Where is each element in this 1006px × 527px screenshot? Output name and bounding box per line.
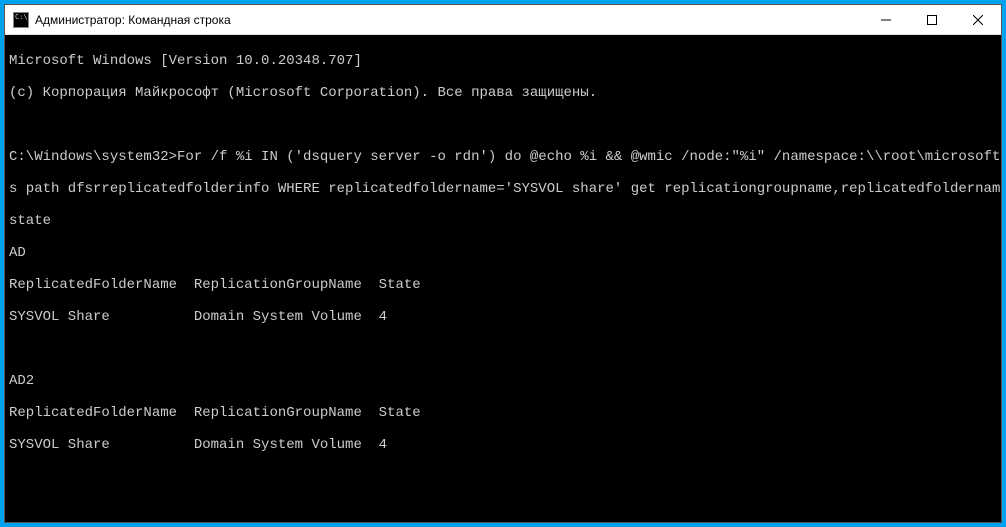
terminal-output[interactable]: Microsoft Windows [Version 10.0.20348.70… <box>5 35 1001 522</box>
window-controls <box>863 5 1001 34</box>
blank-line <box>9 117 997 133</box>
table-row: SYSVOL Share Domain System Volume 4 <box>9 437 997 453</box>
copyright-line: (c) Корпорация Майкрософт (Microsoft Cor… <box>9 85 997 101</box>
command-line-cont: s path dfsrreplicatedfolderinfo WHERE re… <box>9 181 997 197</box>
maximize-icon <box>927 15 937 25</box>
server-name: AD2 <box>9 373 997 389</box>
window-title: Администратор: Командная строка <box>35 13 863 27</box>
blank-line <box>9 469 997 485</box>
version-line: Microsoft Windows [Version 10.0.20348.70… <box>9 53 997 69</box>
close-icon <box>973 15 983 25</box>
blank-line <box>9 341 997 357</box>
cmd-icon <box>13 12 29 28</box>
prompt: C:\Windows\system32> <box>9 149 177 165</box>
blank-line <box>9 501 997 517</box>
maximize-button[interactable] <box>909 5 955 34</box>
command-line-cont: state <box>9 213 997 229</box>
command-prompt-window: Администратор: Командная строка Microsof… <box>4 4 1002 523</box>
minimize-button[interactable] <box>863 5 909 34</box>
minimize-icon <box>881 15 891 25</box>
titlebar[interactable]: Администратор: Командная строка <box>5 5 1001 35</box>
close-button[interactable] <box>955 5 1001 34</box>
table-header: ReplicatedFolderName ReplicationGroupNam… <box>9 405 997 421</box>
command-line: C:\Windows\system32>For /f %i IN ('dsque… <box>9 149 997 165</box>
server-name: AD <box>9 245 997 261</box>
command-text: For /f %i IN ('dsquery server -o rdn') d… <box>177 149 1001 165</box>
table-row: SYSVOL Share Domain System Volume 4 <box>9 309 997 325</box>
table-header: ReplicatedFolderName ReplicationGroupNam… <box>9 277 997 293</box>
